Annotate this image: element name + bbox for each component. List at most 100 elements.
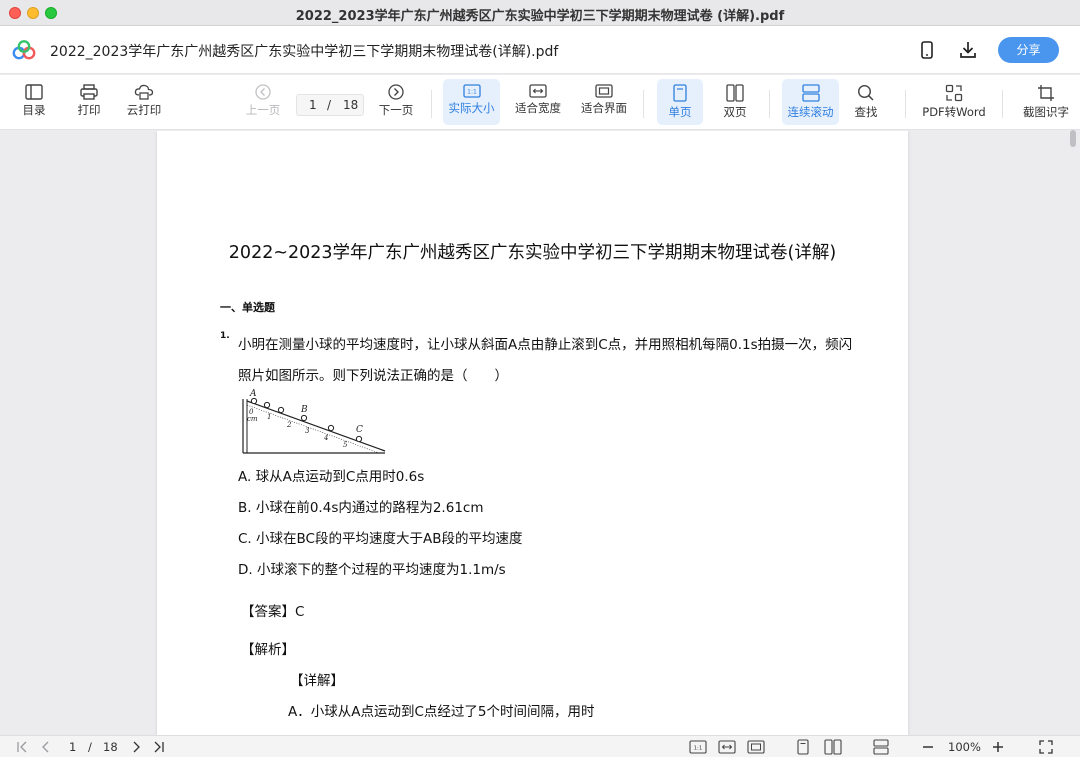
section-heading: 一、单选题 — [220, 301, 275, 314]
analysis-heading: 【解析】 — [241, 642, 295, 658]
share-button[interactable]: 分享 — [998, 37, 1059, 63]
fit-page-icon — [595, 84, 613, 98]
chevron-right-icon[interactable] — [130, 739, 142, 755]
option-c: C. 小球在BC段的平均速度大于AB段的平均速度 — [238, 531, 523, 547]
actual-size-label: 实际大小 — [448, 101, 495, 115]
fullscreen-icon[interactable] — [1038, 739, 1054, 755]
status-page-separator: / — [88, 740, 92, 754]
single-page-icon[interactable] — [796, 739, 810, 755]
cloud-print-icon — [134, 84, 154, 100]
figure-tick: 3 — [305, 427, 310, 435]
fit-page-button[interactable]: 适合界面 — [578, 79, 630, 125]
continuous-scroll-label: 连续滚动 — [787, 105, 834, 119]
status-page-current[interactable]: 1 — [69, 740, 76, 754]
next-page-label: 下一页 — [378, 103, 414, 117]
document-viewer[interactable]: 2022~2023学年广东广州越秀区广东实验中学初三下学期期末物理试卷(详解) … — [0, 131, 1080, 735]
pdf-page: 2022~2023学年广东广州越秀区广东实验中学初三下学期期末物理试卷(详解) … — [157, 131, 908, 735]
search-icon — [857, 84, 874, 101]
crop-icon — [1038, 85, 1054, 101]
window-title-bar: 2022_2023学年广东广州越秀区广东实验中学初三下学期期末物理试卷 (详解)… — [0, 0, 1080, 26]
incline-figure: A B C 0 cm 1 2 3 4 5 — [242, 389, 386, 454]
answer-text: 【答案】C — [241, 604, 305, 620]
svg-text:1:1: 1:1 — [467, 89, 477, 96]
fit-width-button[interactable]: 适合宽度 — [512, 79, 564, 125]
mobile-icon[interactable] — [917, 40, 937, 60]
download-icon[interactable] — [958, 40, 978, 60]
continuous-scroll-icon — [801, 84, 820, 102]
chevron-left-circle-icon — [255, 84, 271, 100]
document-name: 2022_2023学年广东广州越秀区广东实验中学初三下学期期末物理试卷(详解).… — [50, 44, 559, 60]
figure-tick: 5 — [343, 441, 348, 449]
figure-label-b: B — [300, 405, 308, 415]
app-header: 2022_2023学年广东广州越秀区广东实验中学初三下学期期末物理试卷(详解).… — [0, 26, 1080, 74]
toolbar-divider — [643, 90, 644, 118]
fit-page-label: 适合界面 — [581, 101, 627, 115]
figure-tick: 1 — [267, 413, 271, 421]
question-number: 1. — [220, 331, 230, 341]
print-button[interactable]: 打印 — [69, 79, 109, 125]
next-page-button[interactable]: 下一页 — [376, 79, 416, 125]
single-page-icon — [673, 84, 687, 102]
actual-size-icon: 1:1 — [462, 84, 481, 98]
document-title: 2022~2023学年广东广州越秀区广东实验中学初三下学期期末物理试卷(详解) — [228, 243, 837, 263]
zoom-level: 100% — [948, 740, 981, 754]
fit-page-icon[interactable] — [747, 739, 765, 755]
toolbar-divider — [769, 90, 770, 118]
find-button[interactable]: 查找 — [846, 79, 886, 125]
print-label: 打印 — [77, 103, 101, 117]
last-page-icon[interactable] — [152, 739, 166, 755]
figure-label-c: C — [356, 425, 363, 435]
figure-label-a: A — [249, 389, 257, 399]
svg-text:1:1: 1:1 — [694, 746, 703, 752]
fit-width-icon[interactable] — [718, 739, 736, 755]
printer-icon — [80, 84, 98, 100]
cloud-print-label: 云打印 — [126, 103, 162, 117]
window-title: 2022_2023学年广东广州越秀区广东实验中学初三下学期期末物理试卷 (详解)… — [295, 9, 785, 24]
figure-tick: 2 — [286, 421, 292, 429]
continuous-scroll-button[interactable]: 连续滚动 — [782, 79, 839, 125]
toolbar-divider — [431, 90, 432, 118]
zoom-in-icon[interactable] — [991, 739, 1005, 755]
pdf-to-word-icon — [945, 84, 963, 102]
detail-heading: 【详解】 — [290, 673, 344, 689]
prev-page-label: 上一页 — [245, 103, 281, 117]
option-a: A. 球从A点运动到C点用时0.6s — [238, 469, 425, 485]
scrollbar-thumb[interactable] — [1070, 130, 1076, 147]
toc-label: 目录 — [22, 103, 46, 117]
page-total: 18 — [343, 98, 359, 112]
first-page-icon[interactable] — [16, 739, 30, 755]
toolbar-divider — [1002, 90, 1003, 118]
actual-size-icon[interactable]: 1:1 — [689, 739, 707, 755]
cloud-print-button[interactable]: 云打印 — [121, 79, 167, 125]
pdf-to-word-button[interactable]: PDF转Word — [919, 79, 989, 125]
fit-width-icon — [529, 84, 547, 98]
pdf-to-word-label: PDF转Word — [922, 105, 986, 119]
zoom-out-icon[interactable] — [921, 739, 935, 755]
page-number-field[interactable]: 1 / 18 — [296, 94, 364, 116]
page-current: 1 — [309, 98, 317, 112]
figure-tick: 4 — [323, 434, 328, 442]
toolbar-divider — [905, 90, 906, 118]
double-page-button[interactable]: 双页 — [713, 79, 757, 125]
chevron-left-icon[interactable] — [40, 739, 52, 755]
single-page-button[interactable]: 单页 — [657, 79, 703, 125]
detail-text: A．小球从A点运动到C点经过了5个时间间隔，用时 — [288, 704, 595, 720]
option-d: D. 小球滚下的整个过程的平均速度为1.1m/s — [238, 562, 506, 578]
single-page-label: 单页 — [668, 105, 692, 119]
vertical-scrollbar[interactable] — [1068, 131, 1078, 735]
toc-icon — [25, 84, 43, 100]
double-page-icon[interactable] — [824, 739, 842, 755]
page-separator: / — [327, 98, 332, 112]
figure-unit-cm: cm — [247, 415, 258, 423]
status-bar: 1 / 18 1:1 100% — [0, 735, 1080, 757]
chevron-right-circle-icon — [388, 84, 404, 100]
fit-width-label: 适合宽度 — [515, 101, 561, 115]
continuous-scroll-icon[interactable] — [872, 739, 890, 755]
status-page-total: 18 — [103, 740, 118, 754]
screenshot-ocr-button[interactable]: 截图识字 — [1017, 79, 1075, 125]
toc-button[interactable]: 目录 — [14, 79, 54, 125]
prev-page-button[interactable]: 上一页 — [243, 79, 283, 125]
double-page-label: 双页 — [723, 105, 747, 119]
option-b: B. 小球在前0.4s内通过的路程为2.61cm — [238, 500, 484, 516]
actual-size-button[interactable]: 1:1 实际大小 — [443, 79, 500, 125]
